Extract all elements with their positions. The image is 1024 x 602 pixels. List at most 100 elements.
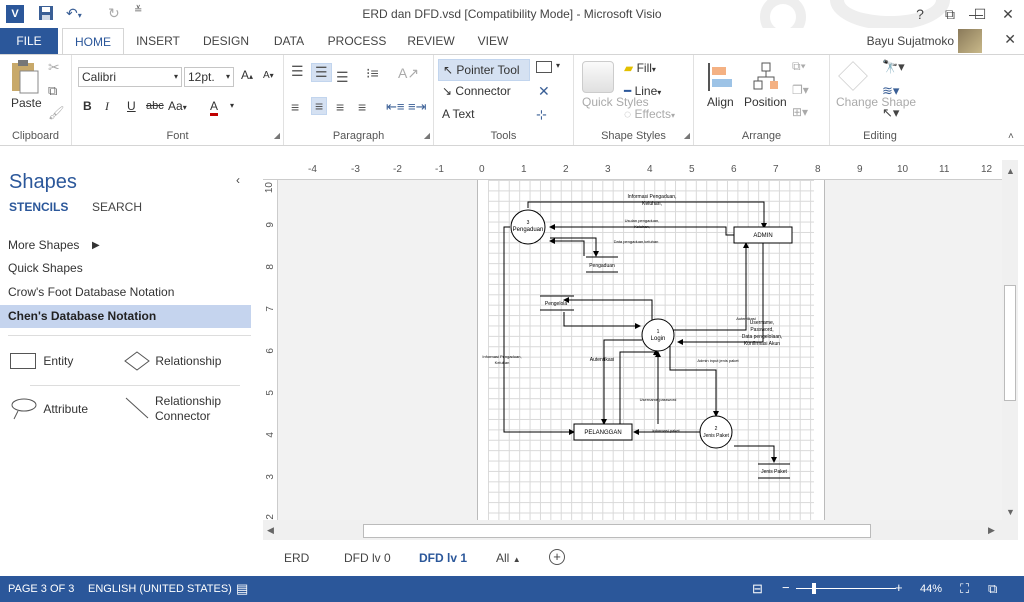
stencil-quick-shapes[interactable]: Quick Shapes xyxy=(0,257,251,280)
position-icon[interactable] xyxy=(752,61,780,96)
close-document-icon[interactable]: ✕ xyxy=(1004,31,1016,48)
shape-attribute[interactable]: Attribute xyxy=(10,397,88,421)
zoom-slider[interactable] xyxy=(796,588,896,589)
paragraph-dialog-launcher-icon[interactable]: ◢ xyxy=(424,131,430,140)
presentation-mode-icon[interactable]: ⊟ xyxy=(752,581,763,597)
font-color-button[interactable]: A xyxy=(210,99,219,116)
connector-button[interactable]: ↘ Connector xyxy=(442,84,511,98)
align-top-icon[interactable]: ☰ xyxy=(291,63,304,80)
tab-search[interactable]: SEARCH xyxy=(92,200,142,214)
undo-icon[interactable]: ↶▾ xyxy=(66,5,82,22)
find-icon[interactable]: 🔭▾ xyxy=(882,59,905,75)
scroll-up-icon[interactable]: ▲ xyxy=(1006,166,1015,176)
stencil-crows-foot[interactable]: Crow's Foot Database Notation xyxy=(0,281,251,304)
page-indicator[interactable]: PAGE 3 OF 3 xyxy=(8,583,74,595)
tab-design[interactable]: DESIGN xyxy=(198,28,254,54)
user-avatar[interactable] xyxy=(958,29,982,53)
restore-button[interactable]: ☐ xyxy=(970,4,990,24)
language-indicator[interactable]: ENGLISH (UNITED STATES) xyxy=(88,583,232,595)
font-dialog-launcher-icon[interactable]: ◢ xyxy=(274,131,280,140)
macro-record-icon[interactable]: ▤ xyxy=(236,581,248,597)
bullets-icon[interactable]: ⁝≡ xyxy=(366,65,379,82)
font-color-dropdown-icon[interactable]: ▾ xyxy=(230,101,234,110)
drawing-area[interactable]: 3 Pengaduan ADMIN Pengaduan Pengelola 1 … xyxy=(278,180,1002,520)
paste-button[interactable] xyxy=(8,59,42,98)
connection-point-icon[interactable]: ⊹ xyxy=(536,107,547,123)
tab-file[interactable]: FILE xyxy=(0,28,58,54)
sheet-tab-erd[interactable]: ERD xyxy=(284,551,309,565)
shape-relationship[interactable]: Relationship xyxy=(124,351,221,371)
justify-icon[interactable]: ≡ xyxy=(358,99,366,115)
grow-font-icon[interactable]: A▴ xyxy=(241,68,253,82)
zoom-in-icon[interactable]: + xyxy=(895,580,903,595)
align-right-icon[interactable]: ≡ xyxy=(336,99,344,115)
user-account-name[interactable]: Bayu Sujatmoko xyxy=(867,34,954,48)
effects-button[interactable]: ◌ Effects▾ xyxy=(624,107,675,121)
process-2-circle[interactable] xyxy=(699,415,733,449)
add-page-icon[interactable]: + xyxy=(549,549,565,565)
change-shape-icon[interactable] xyxy=(838,61,868,91)
align-label[interactable]: Align xyxy=(707,95,734,109)
increase-indent-icon[interactable]: ≡⇥ xyxy=(408,99,426,115)
font-family-select[interactable]: Calibri ▾ xyxy=(78,67,182,87)
send-backward-icon[interactable]: ⊞▾ xyxy=(792,105,808,119)
strikethrough-button[interactable]: abc xyxy=(146,100,164,112)
format-painter-icon[interactable]: 🖌 xyxy=(48,105,65,121)
group-objects-icon[interactable]: ⧉▾ xyxy=(792,59,806,74)
vertical-scroll-thumb[interactable] xyxy=(1004,285,1016,401)
shape-styles-dialog-launcher-icon[interactable]: ◢ xyxy=(684,131,690,140)
more-shapes-item[interactable]: More Shapes ▶ xyxy=(0,234,251,257)
redo-icon[interactable]: ↻ xyxy=(108,5,120,22)
underline-button[interactable]: U xyxy=(127,99,136,113)
decrease-indent-icon[interactable]: ⇤≡ xyxy=(386,99,404,115)
tab-process[interactable]: PROCESS xyxy=(326,28,388,54)
scroll-down-icon[interactable]: ▼ xyxy=(1006,507,1015,517)
shape-entity[interactable]: Entity xyxy=(10,353,73,369)
layers-icon[interactable]: ≋▾ xyxy=(882,83,899,99)
shrink-font-icon[interactable]: A▾ xyxy=(263,70,274,81)
help-button[interactable]: ? xyxy=(910,4,930,24)
vertical-scrollbar[interactable]: ▲ ▼ xyxy=(1002,163,1018,520)
zoom-slider-thumb[interactable] xyxy=(812,583,816,594)
align-icon[interactable] xyxy=(706,61,734,96)
customize-qat-icon[interactable]: ≚ xyxy=(134,5,142,16)
position-label[interactable]: Position xyxy=(744,95,787,109)
tab-stencils[interactable]: STENCILS xyxy=(9,200,68,214)
change-case-button[interactable]: Aa▾ xyxy=(168,99,187,113)
change-shape-label[interactable]: Change Shape xyxy=(836,95,916,109)
bold-button[interactable]: B xyxy=(83,99,92,113)
zoom-out-icon[interactable]: − xyxy=(782,580,790,595)
process-1-circle[interactable] xyxy=(641,318,675,352)
collapse-pane-icon[interactable]: ‹ xyxy=(236,173,240,187)
fill-button[interactable]: ▰ Fill▾ xyxy=(624,61,656,75)
align-center-icon[interactable]: ≡ xyxy=(311,97,328,115)
scroll-right-icon[interactable]: ▶ xyxy=(988,525,995,536)
sheet-tab-dfd-lv1[interactable]: DFD lv 1 xyxy=(419,551,467,565)
scroll-left-icon[interactable]: ◀ xyxy=(267,525,274,536)
font-size-select[interactable]: 12pt. ▾ xyxy=(184,67,234,87)
pointer-tool-button[interactable]: ↖ Pointer Tool xyxy=(438,59,530,81)
horizontal-scroll-thumb[interactable] xyxy=(363,524,871,538)
close-x-icon[interactable]: ✕ xyxy=(538,83,550,100)
tab-view[interactable]: VIEW xyxy=(472,28,514,54)
align-left-icon[interactable]: ≡ xyxy=(291,99,299,115)
ribbon-display-icon[interactable]: ⧉ xyxy=(940,4,960,24)
select-icon[interactable]: ↖▾ xyxy=(882,105,899,121)
tab-review[interactable]: REVIEW xyxy=(404,28,458,54)
save-icon[interactable] xyxy=(38,5,54,24)
close-button[interactable]: ✕ xyxy=(998,4,1018,24)
tab-data[interactable]: DATA xyxy=(268,28,310,54)
sheet-tab-all[interactable]: All ▲ xyxy=(496,551,521,565)
tab-insert[interactable]: INSERT xyxy=(132,28,184,54)
italic-button[interactable]: I xyxy=(105,99,109,114)
collapse-ribbon-icon[interactable]: ˄ xyxy=(1008,131,1014,142)
quick-styles-icon[interactable] xyxy=(582,61,614,93)
cut-icon[interactable]: ✂ xyxy=(48,59,60,76)
horizontal-scrollbar[interactable]: ◀ ▶ xyxy=(263,522,1002,540)
fit-page-icon[interactable]: ⛶ xyxy=(960,581,969,597)
switch-windows-icon[interactable]: ⧉ xyxy=(988,581,997,597)
tab-home[interactable]: HOME xyxy=(62,28,124,55)
sheet-tab-dfd-lv0[interactable]: DFD lv 0 xyxy=(344,551,391,565)
visio-app-icon[interactable]: V xyxy=(6,5,24,23)
shape-dropdown-icon[interactable]: ▾ xyxy=(556,61,560,70)
